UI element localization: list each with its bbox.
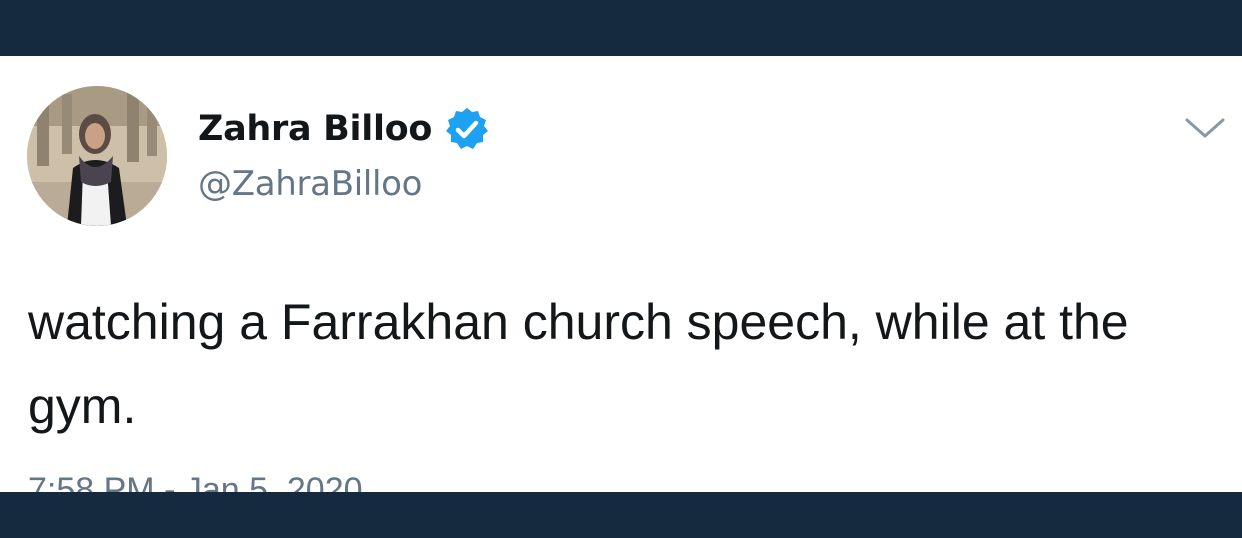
author-name[interactable]: Zahra Billoo [198, 104, 432, 154]
avatar-photo [27, 86, 167, 226]
author-handle[interactable]: @ZahraBilloo [198, 160, 422, 208]
avatar[interactable] [27, 86, 167, 226]
tweet-text: watching a Farrakhan church speech, whil… [28, 294, 1129, 434]
author-row: Zahra Billoo [198, 104, 490, 154]
tweet-card: Zahra Billoo @ZahraBilloo watching a Far… [0, 56, 1242, 492]
verified-badge-icon [444, 106, 490, 152]
tweet-timestamp[interactable]: 7:58 PM - Jan 5, 2020 [28, 466, 363, 492]
chevron-down-icon[interactable] [1180, 108, 1230, 148]
screenshot-frame: Zahra Billoo @ZahraBilloo watching a Far… [0, 0, 1242, 538]
